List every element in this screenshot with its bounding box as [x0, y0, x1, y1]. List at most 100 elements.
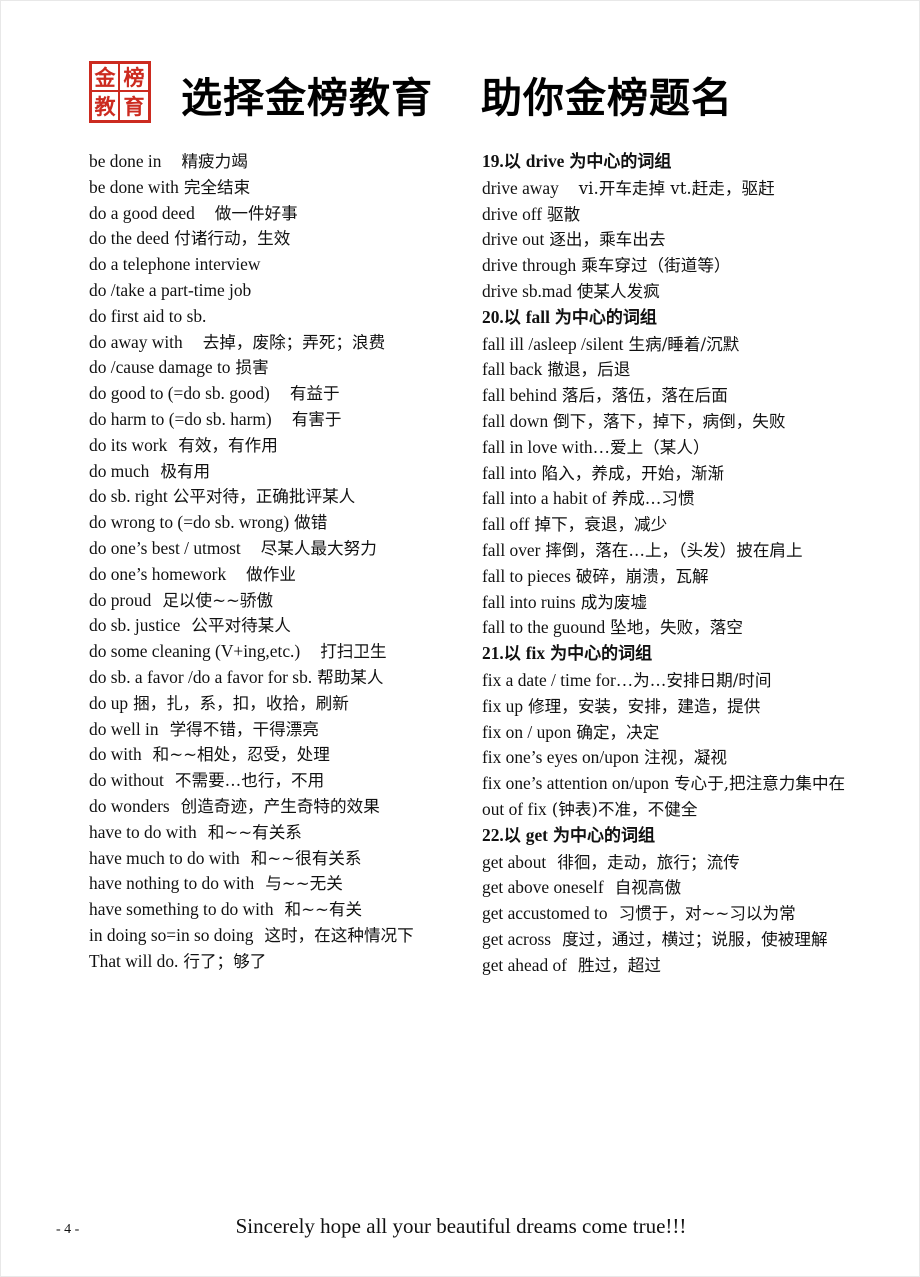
section-heading: 20.以 fall 为中心的词组: [482, 305, 882, 332]
phrase-chinese: 这时，在这种情况下: [264, 925, 414, 945]
phrase-entry: fall to the guound 坠地，失败，落空: [482, 615, 882, 641]
phrase-english: do sb. justice: [89, 615, 181, 636]
heading-number: 20.: [482, 306, 504, 327]
phrase-english: get above oneself: [482, 877, 604, 898]
phrase-english: do well in: [89, 718, 159, 739]
phrase-english: drive sb.mad: [482, 280, 572, 301]
heading-suffix: 为中心的词组: [554, 307, 657, 328]
phrase-entry: fall down 倒下，落下，掉下，病倒，失败: [482, 409, 882, 435]
phrase-chinese: 掉下，衰退，减少: [534, 515, 668, 535]
phrase-chinese: 和~~有关系: [207, 822, 302, 842]
phrase-entry: do sb. right 公平对待，正确批评某人: [89, 484, 474, 510]
phrase-english: fix one’s attention on/upon: [482, 773, 669, 794]
phrase-chinese: 和~~很有关系: [250, 848, 362, 868]
phrase-entry: have something to do with 和~~有关: [89, 897, 474, 923]
phrase-entry: do some cleaning (V+ing,etc.) 打扫卫生: [89, 639, 474, 665]
phrase-chinese: 度过，通过，横过；说服，使被理解: [562, 929, 828, 949]
phrase-entry: do wonders 创造奇迹，产生奇特的效果: [89, 794, 474, 820]
phrase-entry: drive sb.mad 使某人发疯: [482, 279, 882, 305]
heading-number: 21.: [482, 643, 504, 664]
phrase-english: do one’s homework: [89, 563, 227, 584]
phrase-chinese: 完全结束: [183, 177, 251, 197]
phrase-chinese: 学得不错，干得漂亮: [169, 719, 319, 739]
phrase-chinese: 有效，有作用: [178, 435, 278, 455]
phrase-english: have to do with: [89, 821, 197, 842]
phrase-english: That will do.: [89, 950, 179, 971]
phrase-entry: fall to pieces 破碎，崩溃，瓦解: [482, 564, 882, 590]
phrase-chinese: 去掉，废除；弄死；浪费: [202, 332, 386, 352]
phrase-entry: do its work 有效，有作用: [89, 433, 474, 459]
seal-char-jin: 金: [92, 64, 120, 92]
phrase-english: do away with: [89, 331, 183, 352]
phrase-english: fall in love with…: [482, 436, 610, 457]
phrase-chinese: 行了；够了: [183, 951, 267, 971]
phrase-entry: do with 和~~相处，忍受，处理: [89, 742, 474, 768]
phrase-english: fall ill /asleep /silent: [482, 333, 624, 354]
phrase-chinese: 坠地，失败，落空: [610, 618, 743, 638]
right-column: 19.以 drive 为中心的词组 drive away vi.开车走掉 vt.赶走，驱…: [482, 149, 882, 979]
phrase-chinese: 乘车穿过（街道等）: [581, 256, 731, 276]
page-footer: - 4 - Sincerely hope all your beautiful …: [1, 1214, 919, 1248]
phrase-entry: do wrong to (=do sb. wrong) 做错: [89, 510, 474, 536]
left-column: be done in 精疲力竭 be done with 完全结束 do a good …: [89, 149, 474, 975]
phrase-entry: get across 度过，通过，横过；说服，使被理解: [482, 927, 882, 953]
phrase-english: fix on / upon: [482, 721, 572, 742]
phrase-english: do the deed: [89, 228, 170, 249]
phrase-chinese: 不需要…也行，不用: [174, 771, 325, 791]
heading-suffix: 为中心的词组: [552, 825, 655, 846]
phrase-entry: do away with 去掉，废除；弄死；浪费: [89, 330, 474, 356]
phrase-entry: fall behind 落后，落伍，落在后面: [482, 383, 882, 409]
heading-suffix: 为中心的词组: [569, 152, 672, 172]
seal-char-yu: 育: [123, 93, 145, 119]
phrase-english: out of fix: [482, 798, 547, 819]
phrase-entry: fall over 摔倒，落在…上，（头发）披在肩上: [482, 538, 882, 564]
phrase-entry: out of fix (钟表)不准，不健全: [482, 797, 882, 823]
phrase-chinese: 修理，安装，安排，建造，提供: [528, 696, 761, 716]
phrase-chinese: 落后，落伍，落在后面: [561, 386, 728, 406]
phrase-entry: fall into ruins 成为废墟: [482, 590, 882, 616]
phrase-entry: fall back 撤退，后退: [482, 357, 882, 383]
phrase-entry: do a telephone interview: [89, 252, 474, 278]
phrase-entry: be done with 完全结束: [89, 175, 474, 201]
phrase-chinese: 确定，决定: [576, 722, 660, 742]
phrase-entry: fix on / upon 确定，决定: [482, 720, 882, 746]
heading-suffix: 为中心的词组: [550, 644, 653, 665]
phrase-english: do some cleaning (V+ing,etc.): [89, 641, 301, 662]
phrase-chinese: 做错: [294, 513, 328, 533]
phrase-chinese: 和~~相处，忍受，处理: [152, 745, 330, 765]
phrase-english: in doing so=in so doing: [89, 924, 254, 945]
phrase-chinese: 自视高傲: [614, 878, 682, 898]
phrase-entry: do one’s best / utmost 尽某人最大努力: [89, 536, 474, 562]
phrase-english: drive away: [482, 177, 559, 198]
phrase-entry: have nothing to do with 与~~无关: [89, 871, 474, 897]
phrase-english: fall behind: [482, 385, 557, 406]
phrase-english: fix up: [482, 695, 524, 716]
heading-prefix: 以: [503, 307, 521, 328]
phrase-chinese: 极有用: [160, 461, 211, 481]
phrase-chinese: 帮助某人: [317, 667, 384, 687]
phrase-chinese: 创造奇迹，产生奇特的效果: [180, 796, 380, 816]
phrase-entry: do up 捆，扎，系，扣，收拾，刷新: [89, 691, 474, 717]
phrase-entry: do proud 足以使~~骄傲: [89, 588, 474, 614]
phrase-entry: That will do. 行了；够了: [89, 949, 474, 975]
phrase-chinese: 付诸行动，生效: [174, 229, 291, 249]
title-main-text: 选择金榜教育: [181, 73, 433, 122]
phrase-english: fall to pieces: [482, 565, 571, 586]
phrase-chinese: 习惯于，对~~习以为常: [618, 904, 796, 924]
phrase-entry: get ahead of 胜过，超过: [482, 953, 882, 979]
phrase-entry: do good to (=do sb. good) 有益于: [89, 381, 474, 407]
phrase-english: do harm to (=do sb. harm): [89, 408, 272, 429]
document-page: 金 榜 教 育 选择金榜教育 助你金榜题名 be done in 精疲力竭 be d…: [0, 0, 920, 1277]
heading-number: 22.: [482, 824, 504, 845]
phrase-english: drive through: [482, 255, 577, 276]
phrase-english: be done in: [89, 151, 162, 171]
phrase-english: do without: [89, 770, 164, 791]
phrase-entry: in doing so=in so doing 这时，在这种情况下: [89, 923, 474, 949]
phrase-chinese: 足以使~~骄傲: [162, 590, 274, 610]
phrase-entry: fix a date / time for…为…安排日期/时间: [482, 668, 882, 694]
phrase-chinese: 与~~无关: [265, 874, 343, 894]
page-header: 金 榜 教 育 选择金榜教育 助你金榜题名: [1, 53, 919, 143]
phrase-english: have nothing to do with: [89, 873, 255, 894]
phrase-chinese: 注视，凝视: [643, 748, 727, 768]
phrase-entry: have to do with 和~~有关系: [89, 820, 474, 846]
